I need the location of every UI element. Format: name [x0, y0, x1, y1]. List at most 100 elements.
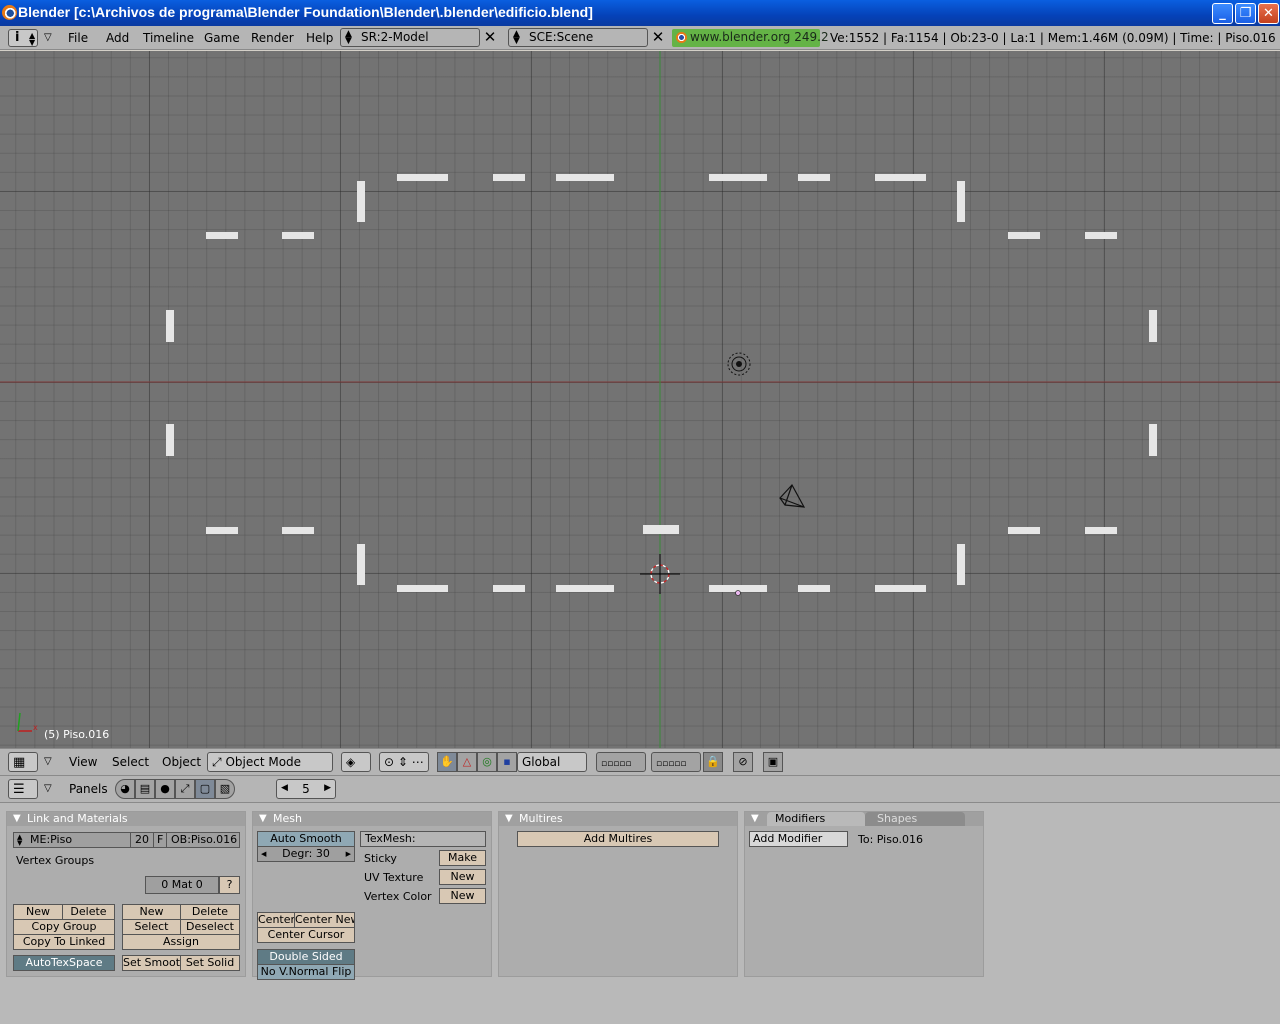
editor-type-button[interactable]: ▦ [8, 752, 38, 772]
collapse-menu-icon[interactable]: ▽ [44, 32, 52, 43]
degree-field[interactable]: ◀ Degr: 30 ▶ [257, 846, 355, 862]
delete-scene-icon[interactable]: ✕ [650, 29, 666, 46]
manipulator-toggle[interactable]: ✋ [437, 752, 457, 772]
lamp-icon[interactable] [727, 352, 751, 376]
buttons-header: ☰ ▽ Panels ◕ ▤ ● ⤢ ▢ ▧ ◀ 5 ▶ [0, 776, 1280, 803]
assign-material-button[interactable]: Assign [122, 934, 240, 950]
logic-context-button[interactable]: ◕ [115, 779, 135, 799]
delete-screen-icon[interactable]: ✕ [482, 29, 498, 46]
wall-segment [493, 585, 525, 592]
wall-segment [798, 174, 830, 181]
wall-segment [875, 585, 926, 592]
menu-render[interactable]: Render [251, 31, 294, 45]
collapse-triangle-icon: ▼ [13, 813, 21, 824]
tab-shapes[interactable]: Shapes [865, 812, 965, 826]
material-help-button[interactable]: ? [219, 876, 240, 894]
object-context-button[interactable]: ⤢ [175, 779, 195, 799]
fake-user-toggle[interactable]: F [153, 832, 167, 848]
menu-view[interactable]: View [69, 755, 97, 769]
active-object-label: (5) Piso.016 [44, 728, 110, 741]
scene-context-button[interactable]: ▧ [215, 779, 235, 799]
vertex-groups-label: Vertex Groups [16, 854, 95, 867]
3d-view-header: ▦ ▽ View Select Object ⤢ Object Mode ◈ ⊙… [0, 748, 1280, 776]
collapse-menu-icon[interactable]: ▽ [44, 783, 52, 794]
new-uv-texture-button[interactable]: New [439, 869, 486, 885]
new-vertex-color-button[interactable]: New [439, 888, 486, 904]
mode-dropdown[interactable]: ⤢ Object Mode [207, 752, 333, 772]
object-axes-icon: ⤢ [180, 782, 190, 795]
copy-group-button[interactable]: Copy Group [13, 919, 115, 935]
mesh-name-field[interactable]: ▲ ▼ ME:Piso [13, 832, 131, 848]
set-solid-button[interactable]: Set Solid [180, 955, 240, 971]
center-button[interactable]: Center [257, 912, 295, 928]
no-vnormal-flip-toggle[interactable]: No V.Normal Flip [257, 964, 355, 980]
scene-selector[interactable]: ▲ ▼ SCE:Scene [508, 28, 648, 47]
users-count[interactable]: 20 [130, 832, 154, 848]
delete-material-button[interactable]: Delete [180, 904, 240, 920]
auto-smooth-toggle[interactable]: Auto Smooth [257, 831, 355, 847]
menu-file[interactable]: File [68, 31, 88, 45]
rotate-manipulator[interactable]: ◎ [477, 752, 497, 772]
double-sided-toggle[interactable]: Double Sided [257, 949, 355, 965]
camera-icon[interactable] [779, 483, 806, 508]
panel-header[interactable]: ▼ Multires [499, 812, 737, 826]
wall-segment [166, 310, 174, 342]
select-material-button[interactable]: Select [122, 919, 181, 935]
set-smooth-button[interactable]: Set Smoot [122, 955, 181, 971]
lock-layers-button[interactable]: 🔒 [703, 752, 723, 772]
new-material-button[interactable]: New [122, 904, 181, 920]
collapse-triangle-icon[interactable]: ▼ [751, 812, 759, 825]
add-modifier-dropdown[interactable]: Add Modifier [749, 831, 848, 847]
maximize-button[interactable]: ❐ [1235, 3, 1256, 24]
editing-context-button[interactable]: ▢ [195, 779, 215, 799]
copy-to-linked-button[interactable]: Copy To Linked [13, 934, 115, 950]
link-scene-button[interactable]: ⊘ [733, 752, 753, 772]
website-link[interactable]: www.blender.org 249.2 [672, 29, 829, 47]
logic-icon: ◕ [120, 782, 130, 795]
material-index-field[interactable]: 0 Mat 0 [145, 876, 219, 894]
layer-buttons-2[interactable]: ▫▫▫▫▫ [651, 752, 701, 772]
mesh-panel: ▼ Mesh Auto Smooth ◀ Degr: 30 ▶ TexMesh: St… [252, 811, 492, 980]
center-new-button[interactable]: Center New [294, 912, 355, 928]
editor-type-button[interactable]: ☰ [8, 779, 38, 799]
scale-manipulator[interactable]: ▪ [497, 752, 517, 772]
menu-object[interactable]: Object [162, 755, 201, 769]
render-button[interactable]: ▣ [763, 752, 783, 772]
layer-buttons-1[interactable]: ▫▫▫▫▫ [596, 752, 646, 772]
translate-manipulator[interactable]: △ [457, 752, 477, 772]
script-context-button[interactable]: ▤ [135, 779, 155, 799]
editor-type-button[interactable]: i ▲ ▼ [8, 29, 38, 47]
menu-add[interactable]: Add [106, 31, 129, 45]
deselect-material-button[interactable]: Deselect [180, 919, 240, 935]
3d-viewport[interactable]: x (5) Piso.016 [0, 51, 1280, 748]
mesh-walls [166, 174, 1157, 592]
autotexspace-toggle[interactable]: AutoTexSpace [13, 955, 115, 971]
menu-game[interactable]: Game [204, 31, 240, 45]
frame-number-field[interactable]: ◀ 5 ▶ [276, 779, 336, 799]
tab-modifiers[interactable]: Modifiers [767, 812, 865, 826]
close-button[interactable]: ✕ [1258, 3, 1279, 24]
object-name-field[interactable]: OB:Piso.016 [166, 832, 240, 848]
modifier-target-label: To: Piso.016 [858, 833, 923, 846]
pivot-dropdown[interactable]: ⊙ ⇕ ⋯ [379, 752, 429, 772]
minimize-button[interactable]: _ [1212, 3, 1233, 24]
menu-help[interactable]: Help [306, 31, 333, 45]
delete-vgroup-button[interactable]: Delete [62, 904, 115, 920]
screen-selector[interactable]: ▲ ▼ SR:2-Model [340, 28, 480, 47]
panel-header[interactable]: ▼ Mesh [253, 812, 491, 826]
left-arrow-icon: ◀ [281, 783, 288, 793]
center-cursor-button[interactable]: Center Cursor [257, 927, 355, 943]
menu-timeline[interactable]: Timeline [143, 31, 194, 45]
texmesh-field[interactable]: TexMesh: [360, 831, 486, 847]
menu-select[interactable]: Select [112, 755, 149, 769]
new-vgroup-button[interactable]: New [13, 904, 63, 920]
orientation-dropdown[interactable]: Global [517, 752, 587, 772]
panel-header[interactable]: ▼ Link and Materials [7, 812, 245, 826]
add-multires-button[interactable]: Add Multires [517, 831, 719, 847]
shading-context-button[interactable]: ● [155, 779, 175, 799]
website-text: www.blender.org 249.2 [690, 30, 829, 44]
collapse-menu-icon[interactable]: ▽ [44, 756, 52, 767]
panels-menu[interactable]: Panels [69, 782, 108, 796]
draw-type-dropdown[interactable]: ◈ [341, 752, 371, 772]
make-sticky-button[interactable]: Make [439, 850, 486, 866]
